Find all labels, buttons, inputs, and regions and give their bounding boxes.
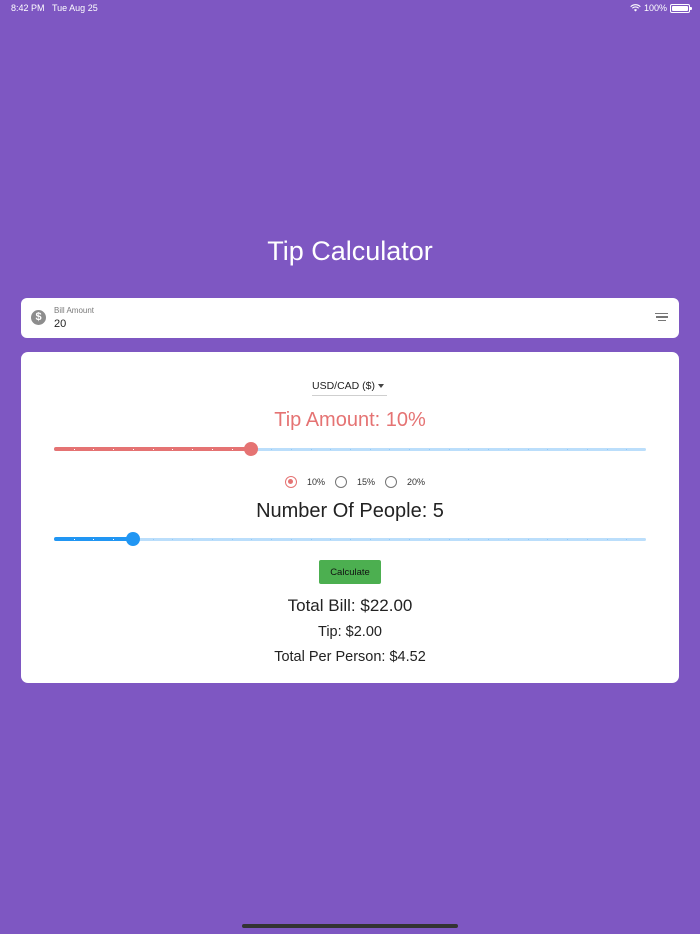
slider-tick — [350, 538, 351, 540]
battery-icon — [670, 3, 692, 13]
currency-selected: USD/CAD ($) — [312, 380, 376, 392]
slider-tick — [231, 538, 233, 540]
slider-tick — [350, 448, 351, 450]
people-title: Number Of People: 5 — [256, 500, 444, 522]
slider-tick — [290, 538, 292, 540]
page-title: Tip Calculator — [267, 236, 433, 266]
slider-tick — [231, 448, 233, 450]
menu-icon[interactable] — [655, 313, 668, 323]
slider-tick — [567, 538, 569, 540]
slider-tick — [369, 538, 371, 540]
caret-down-icon — [378, 384, 384, 388]
slider-tick — [567, 448, 569, 450]
per-person-result: Total Per Person: $4.52 — [274, 649, 426, 665]
slider-tick — [507, 448, 509, 450]
slider-tick — [152, 538, 154, 540]
slider-tick — [626, 448, 628, 450]
slider-tick — [428, 538, 430, 540]
people-slider[interactable] — [54, 531, 646, 547]
slider-tick — [73, 538, 75, 540]
slider-tick — [192, 448, 194, 450]
slider-tick — [132, 448, 134, 450]
tip-options: 10% 15% 20% — [21, 474, 679, 490]
slider-thumb[interactable] — [244, 442, 259, 456]
slider-tick — [586, 538, 588, 540]
slider-tick — [488, 448, 490, 450]
slider-tick — [448, 448, 450, 450]
slider-tick — [369, 448, 371, 450]
battery-level — [672, 5, 688, 11]
slider-tick — [547, 448, 549, 450]
battery-percent: 100% — [643, 3, 667, 13]
slider-tick — [172, 538, 174, 540]
radio-15-percent[interactable] — [335, 476, 347, 488]
radio-20-percent[interactable] — [385, 476, 397, 488]
slider-tick — [152, 448, 154, 450]
tip-amount-title: Tip Amount: 10% — [274, 409, 426, 431]
slider-tick — [211, 538, 213, 540]
slider-thumb[interactable] — [125, 532, 140, 546]
bill-amount-label: Bill Amount — [54, 306, 95, 315]
slider-tick — [113, 538, 115, 540]
slider-tick — [330, 538, 332, 540]
slider-tick — [93, 538, 95, 540]
status-indicators: 100% — [630, 3, 692, 13]
slider-tick — [488, 538, 490, 540]
home-indicator — [242, 924, 458, 928]
radio-label-15: 15% — [357, 477, 376, 487]
radio-label-10: 10% — [307, 477, 326, 487]
slider-tick — [468, 538, 470, 540]
calculator-card: USD/CAD ($) Tip Amount: 10% 10% 15% 20% … — [21, 352, 679, 683]
tip-result: Tip: $2.00 — [318, 624, 382, 640]
radio-10-percent[interactable] — [285, 476, 297, 488]
slider-tick — [547, 538, 549, 540]
slider-tick — [606, 448, 608, 450]
slider-tick — [271, 448, 273, 450]
slider-tick — [251, 538, 253, 540]
radio-label-20: 20% — [407, 477, 426, 487]
slider-tick — [389, 538, 391, 540]
slider-tick — [626, 538, 628, 540]
slider-tick — [507, 538, 509, 540]
status-bar: 8:42 PM Tue Aug 25 100% — [0, 0, 700, 18]
tip-slider[interactable] — [54, 441, 646, 457]
slider-tick — [192, 538, 194, 540]
slider-tick — [310, 448, 312, 450]
slider-tick — [527, 538, 529, 540]
slider-tick — [310, 538, 312, 540]
slider-tick — [428, 448, 430, 450]
slider-tick — [290, 448, 292, 450]
slider-tick — [606, 538, 608, 540]
bill-amount-field[interactable]: $ Bill Amount — [21, 298, 679, 338]
slider-tick — [172, 448, 174, 450]
slider-tick — [527, 448, 529, 450]
slider-tick — [409, 538, 411, 540]
dollar-icon: $ — [31, 310, 46, 325]
status-date: Tue Aug 25 — [52, 3, 98, 13]
slider-tick — [468, 448, 470, 450]
slider-tick — [211, 448, 213, 450]
currency-dropdown[interactable]: USD/CAD ($) — [312, 378, 387, 396]
slider-tick — [73, 448, 75, 450]
slider-tick — [586, 448, 588, 450]
slider-tick — [271, 538, 273, 540]
slider-tick — [93, 448, 95, 450]
total-bill: Total Bill: $22.00 — [287, 596, 413, 615]
calculate-button[interactable]: Calculate — [319, 560, 381, 584]
slider-tick — [389, 448, 391, 450]
wifi-icon — [630, 4, 641, 12]
status-time: 8:42 PM — [11, 3, 45, 13]
bill-amount-input[interactable] — [54, 318, 614, 330]
slider-tick — [330, 448, 332, 450]
slider-tick — [448, 538, 450, 540]
slider-tick — [409, 448, 411, 450]
slider-tick — [113, 448, 115, 450]
